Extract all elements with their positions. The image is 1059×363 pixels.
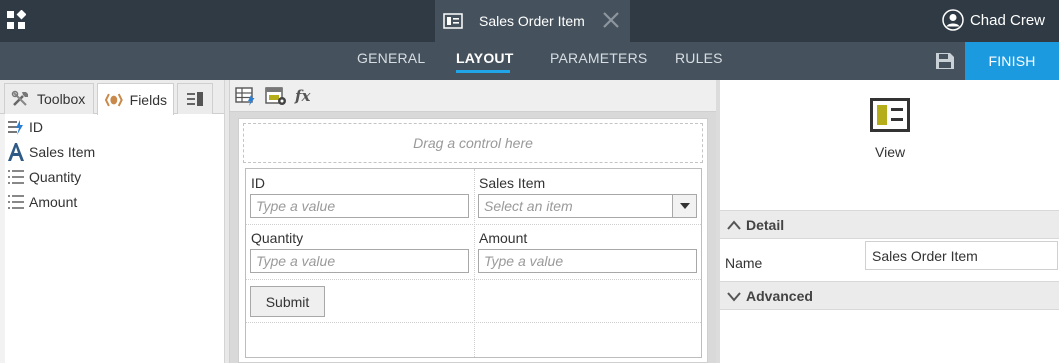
properties-panel: View Detail Name Sales Order Item Advanc… — [720, 80, 1059, 363]
field-label-quantity: Quantity — [29, 168, 82, 185]
row-divider — [246, 322, 701, 323]
dropdown-button[interactable] — [672, 195, 696, 217]
user-avatar-icon — [942, 9, 964, 31]
tab-panel-toggle[interactable] — [177, 83, 213, 114]
tools-icon — [11, 90, 28, 106]
view-icon[interactable] — [870, 98, 910, 132]
submit-button[interactable]: Submit — [250, 286, 325, 317]
tab-fields[interactable]: Fields — [97, 83, 174, 115]
left-panel: Toolbox Fields ID Sales Item Quantity Am… — [0, 80, 225, 363]
user-name: Chad Crew — [969, 11, 1045, 29]
expression-fx-icon[interactable]: fx — [294, 86, 316, 106]
field-label-id: ID — [29, 118, 43, 135]
tab-rules[interactable]: RULES — [675, 50, 723, 66]
field-label-sales-item: Sales Item — [29, 143, 96, 160]
form-table: ID Type a value Sales Item Select an ite… — [245, 168, 702, 358]
field-item-id[interactable]: ID — [0, 114, 224, 139]
view-label: View — [875, 144, 906, 160]
number-icon — [8, 194, 24, 209]
field-list: ID Sales Item Quantity Amount — [0, 114, 224, 214]
panel-list-icon — [187, 92, 203, 106]
advanced-section-title: Advanced — [746, 287, 813, 304]
drop-zone[interactable]: Drag a control here — [243, 123, 703, 163]
field-label-amount: Amount — [29, 193, 78, 210]
form-view: Drag a control here ID Type a value Sale… — [238, 118, 708, 363]
document-tab[interactable]: Sales Order Item — [435, 0, 630, 42]
field-item-amount[interactable]: Amount — [0, 189, 224, 214]
chevron-up-icon — [727, 219, 741, 230]
quantity-input[interactable]: Type a value — [250, 249, 469, 273]
nav-bar: GENERAL LAYOUT PARAMETERS RULES — [0, 42, 1059, 80]
apps-grid-icon[interactable] — [6, 10, 26, 30]
svg-text:fx: fx — [294, 87, 311, 105]
column-divider — [474, 169, 475, 357]
text-icon — [8, 142, 24, 161]
canvas-toolbar: fx — [230, 80, 716, 112]
user-menu[interactable]: Chad Crew — [942, 9, 1045, 31]
detail-section-header[interactable]: Detail — [720, 210, 1059, 239]
row-divider — [246, 279, 701, 280]
field-item-quantity[interactable]: Quantity — [0, 164, 224, 189]
close-icon[interactable] — [602, 11, 620, 29]
autonumber-icon — [8, 119, 23, 135]
finish-button[interactable]: FINISH — [965, 42, 1059, 80]
document-title: Sales Order Item — [479, 13, 585, 29]
sales-item-placeholder: Select an item — [484, 198, 573, 214]
name-property-input[interactable]: Sales Order Item — [865, 241, 1058, 270]
field-item-sales-item[interactable]: Sales Item — [0, 139, 224, 164]
detail-section-title: Detail — [746, 216, 785, 233]
table-add-icon[interactable] — [235, 86, 257, 106]
chevron-down-icon — [727, 291, 741, 302]
id-label: ID — [251, 175, 265, 191]
tab-general[interactable]: GENERAL — [357, 50, 425, 66]
fields-icon — [104, 93, 123, 106]
row-divider — [246, 224, 701, 225]
top-bar: Sales Order Item Chad Crew — [0, 0, 1059, 42]
tab-parameters[interactable]: PARAMETERS — [550, 50, 647, 66]
number-icon — [8, 169, 24, 184]
left-panel-tabs: Toolbox Fields — [0, 80, 224, 115]
advanced-section-header[interactable]: Advanced — [720, 281, 1059, 310]
tab-toolbox[interactable]: Toolbox — [4, 83, 94, 114]
form-icon — [443, 13, 463, 29]
chevron-down-icon — [679, 203, 690, 209]
save-icon[interactable] — [935, 52, 955, 70]
tab-layout[interactable]: LAYOUT — [456, 50, 513, 66]
amount-input[interactable]: Type a value — [478, 249, 697, 273]
sales-item-dropdown[interactable]: Select an item — [478, 194, 697, 218]
id-input[interactable]: Type a value — [250, 194, 469, 218]
sales-item-label: Sales Item — [479, 175, 546, 191]
tab-fields-label: Fields — [129, 91, 167, 108]
design-canvas: Drag a control here ID Type a value Sale… — [230, 112, 716, 363]
active-tab-indicator — [456, 70, 510, 73]
tab-toolbox-label: Toolbox — [37, 91, 86, 107]
name-property-label: Name — [725, 255, 763, 271]
amount-label: Amount — [479, 230, 528, 246]
form-edit-icon[interactable] — [265, 86, 287, 106]
quantity-label: Quantity — [251, 230, 304, 246]
